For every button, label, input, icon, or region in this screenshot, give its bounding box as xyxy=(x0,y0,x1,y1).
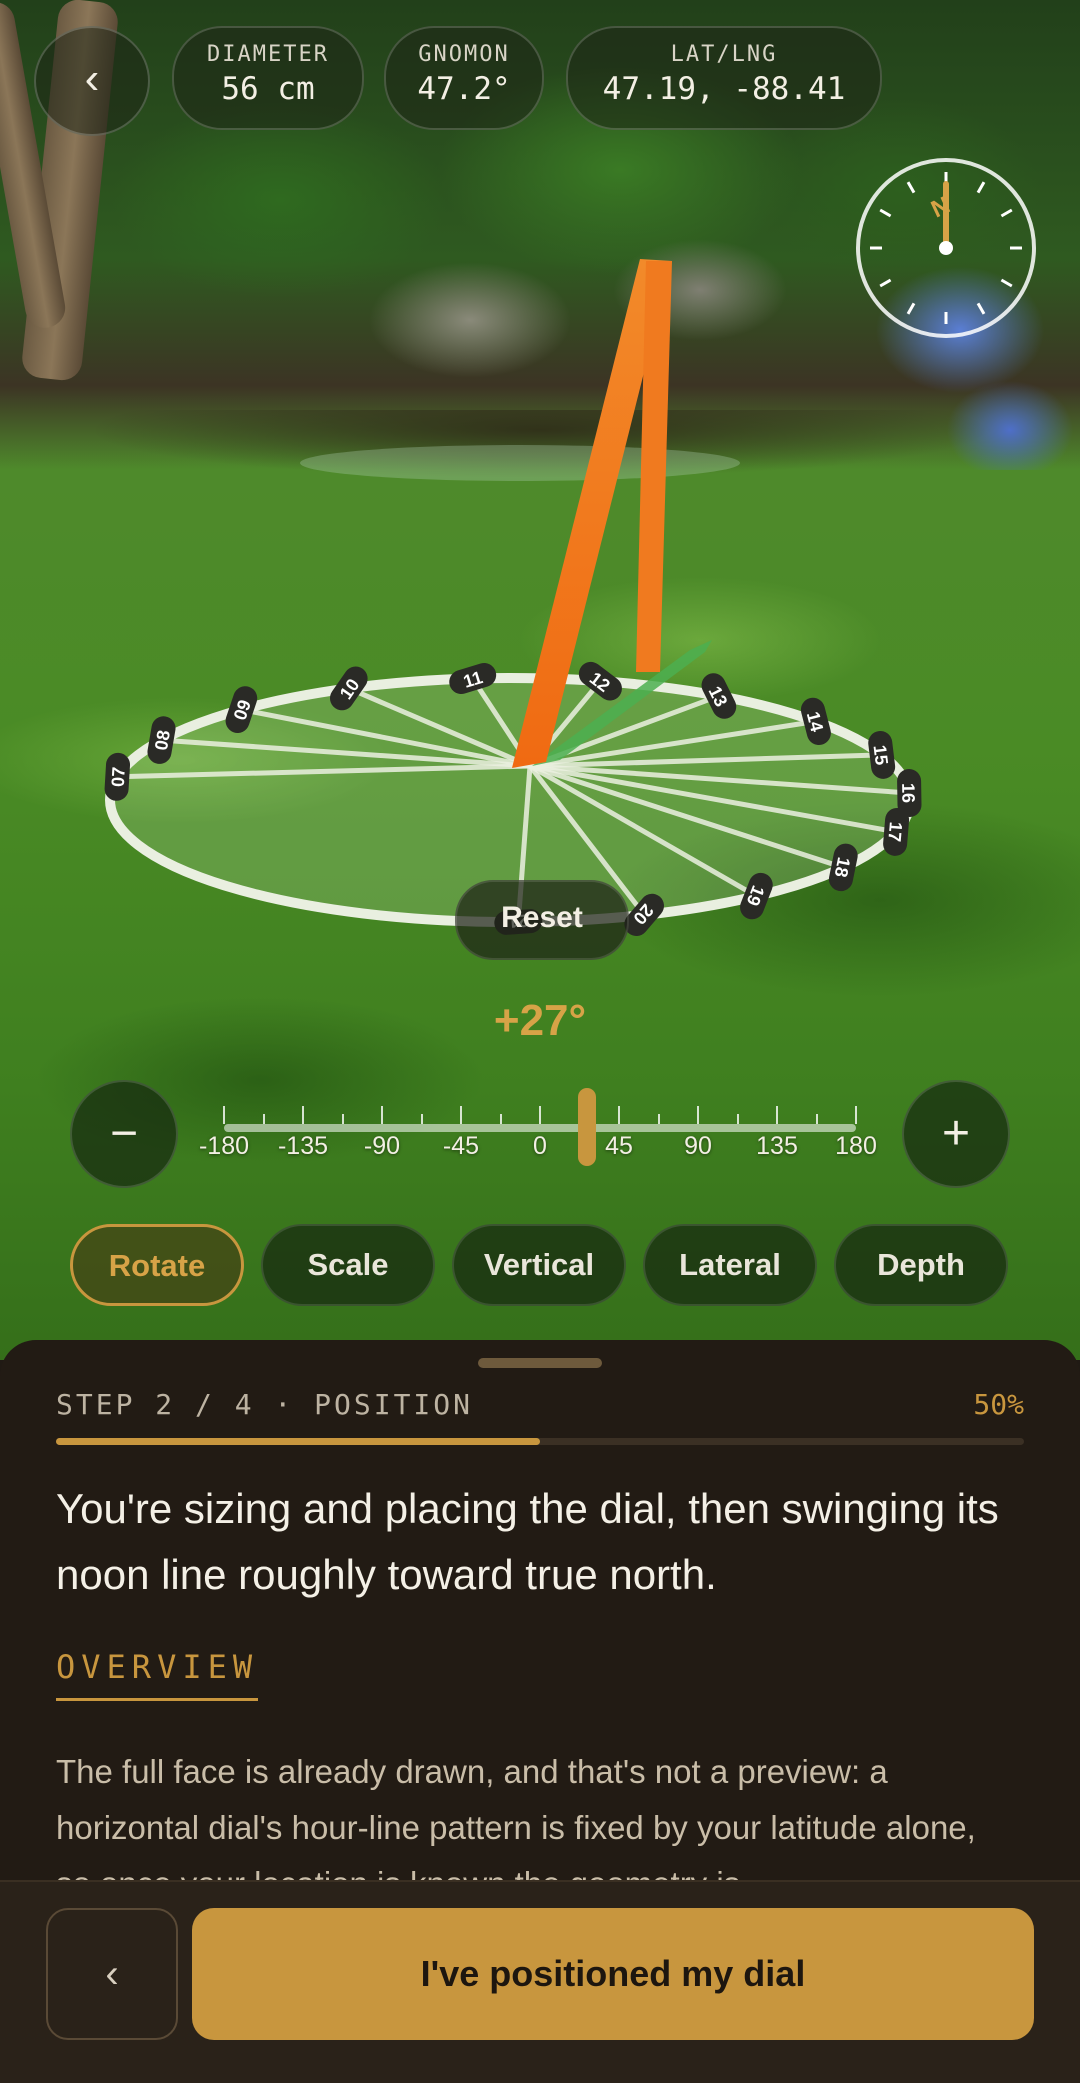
decrease-button[interactable]: − xyxy=(70,1080,178,1188)
slider-tick xyxy=(855,1106,857,1124)
compass-tick xyxy=(879,278,892,288)
plus-icon: + xyxy=(941,1107,971,1160)
gnomon-ground-shadow xyxy=(300,445,740,481)
hour-label: 17 xyxy=(884,821,906,843)
compass-tick xyxy=(1000,278,1013,288)
overview-heading: OVERVIEW xyxy=(56,1648,259,1701)
compass-tick xyxy=(1000,208,1013,218)
slider-tick-label: 135 xyxy=(756,1132,798,1160)
latlng-label: LAT/LNG xyxy=(670,42,778,67)
slider-tick-label: -45 xyxy=(442,1132,480,1160)
mode-chip-depth[interactable]: Depth xyxy=(834,1224,1008,1306)
progress-percent: 50% xyxy=(973,1388,1024,1421)
hour-label: 18 xyxy=(831,855,855,879)
step-headline: You're sizing and placing the dial, then… xyxy=(56,1485,999,1598)
slider-tick xyxy=(341,1114,344,1124)
diameter-value: 56 cm xyxy=(221,71,315,107)
compass-tick xyxy=(879,208,892,218)
mode-chip-lateral[interactable]: Lateral xyxy=(643,1224,817,1306)
slider-tick xyxy=(815,1114,818,1124)
hour-label: 08 xyxy=(151,729,174,752)
previous-step-button[interactable]: ‹ xyxy=(46,1908,178,2040)
rotation-slider-track[interactable] xyxy=(224,1124,856,1132)
positioned-dial-button[interactable]: I've positioned my dial xyxy=(192,1908,1034,2040)
chevron-left-icon: ‹ xyxy=(84,54,100,103)
slider-tick xyxy=(776,1106,778,1124)
slider-tick-label: -90 xyxy=(363,1132,401,1160)
slider-tick xyxy=(460,1106,462,1124)
slider-tick-label: 0 xyxy=(533,1132,547,1160)
slider-tick xyxy=(262,1114,265,1124)
slider-tick xyxy=(618,1106,620,1124)
step-indicator: STEP 2 / 4 · POSITION xyxy=(56,1388,474,1421)
latlng-value: 47.19, -88.41 xyxy=(602,71,846,107)
sheet-drag-handle[interactable] xyxy=(478,1358,602,1368)
footer-bar: ‹ I've positioned my dial xyxy=(0,1880,1080,2083)
slider-tick xyxy=(736,1114,739,1124)
compass-north-label: N xyxy=(927,192,954,224)
slider-tick-label: 90 xyxy=(684,1132,712,1160)
progress-bar-fill xyxy=(56,1438,540,1445)
slider-tick xyxy=(381,1106,383,1124)
slider-tick xyxy=(539,1106,541,1124)
hour-label: 15 xyxy=(870,744,892,766)
gnomon-label: GNOMON xyxy=(418,42,510,67)
increase-button[interactable]: + xyxy=(902,1080,1010,1188)
rotation-readout: +27° xyxy=(493,996,587,1045)
latlng-pill: LAT/LNG 47.19, -88.41 xyxy=(566,26,882,130)
slider-tick xyxy=(420,1114,423,1124)
mode-chip-vertical[interactable]: Vertical xyxy=(452,1224,626,1306)
compass-tick xyxy=(976,181,986,194)
diameter-pill: DIAMETER 56 cm xyxy=(172,26,364,130)
compass-tick xyxy=(976,302,986,315)
compass-center xyxy=(939,241,953,255)
gnomon-pill: GNOMON 47.2° xyxy=(384,26,544,130)
compass-tick xyxy=(906,302,916,315)
mode-chip-scale[interactable]: Scale xyxy=(261,1224,435,1306)
overview-body: The full face is already drawn, and that… xyxy=(56,1753,976,1882)
hour-label: 16 xyxy=(898,783,918,803)
ar-camera-view[interactable]: 070809101112131415161718192021 ‹ DIAMETE… xyxy=(0,0,1080,1360)
rotation-slider-thumb[interactable] xyxy=(578,1088,597,1166)
chevron-left-icon: ‹ xyxy=(105,1952,119,1996)
slider-tick-label: 180 xyxy=(835,1132,877,1160)
compass-widget: N xyxy=(856,158,1036,338)
compass-tick xyxy=(906,181,916,194)
slider-tick-label: -180 xyxy=(198,1132,250,1160)
slider-tick xyxy=(499,1114,502,1124)
slider-tick xyxy=(302,1106,304,1124)
minus-icon: − xyxy=(109,1107,139,1160)
slider-tick xyxy=(657,1114,660,1124)
slider-tick xyxy=(223,1106,225,1124)
hour-label: 07 xyxy=(108,766,129,787)
slider-tick xyxy=(697,1106,699,1124)
progress-bar xyxy=(56,1438,1024,1445)
hour-badge: 07 xyxy=(104,752,131,801)
mode-chip-rotate[interactable]: Rotate xyxy=(70,1224,244,1306)
diameter-label: DIAMETER xyxy=(207,42,329,67)
slider-tick-label: -135 xyxy=(277,1132,329,1160)
back-button[interactable]: ‹ xyxy=(34,26,150,136)
gnomon-value: 47.2° xyxy=(417,71,511,107)
reset-button[interactable]: Reset xyxy=(455,880,629,960)
